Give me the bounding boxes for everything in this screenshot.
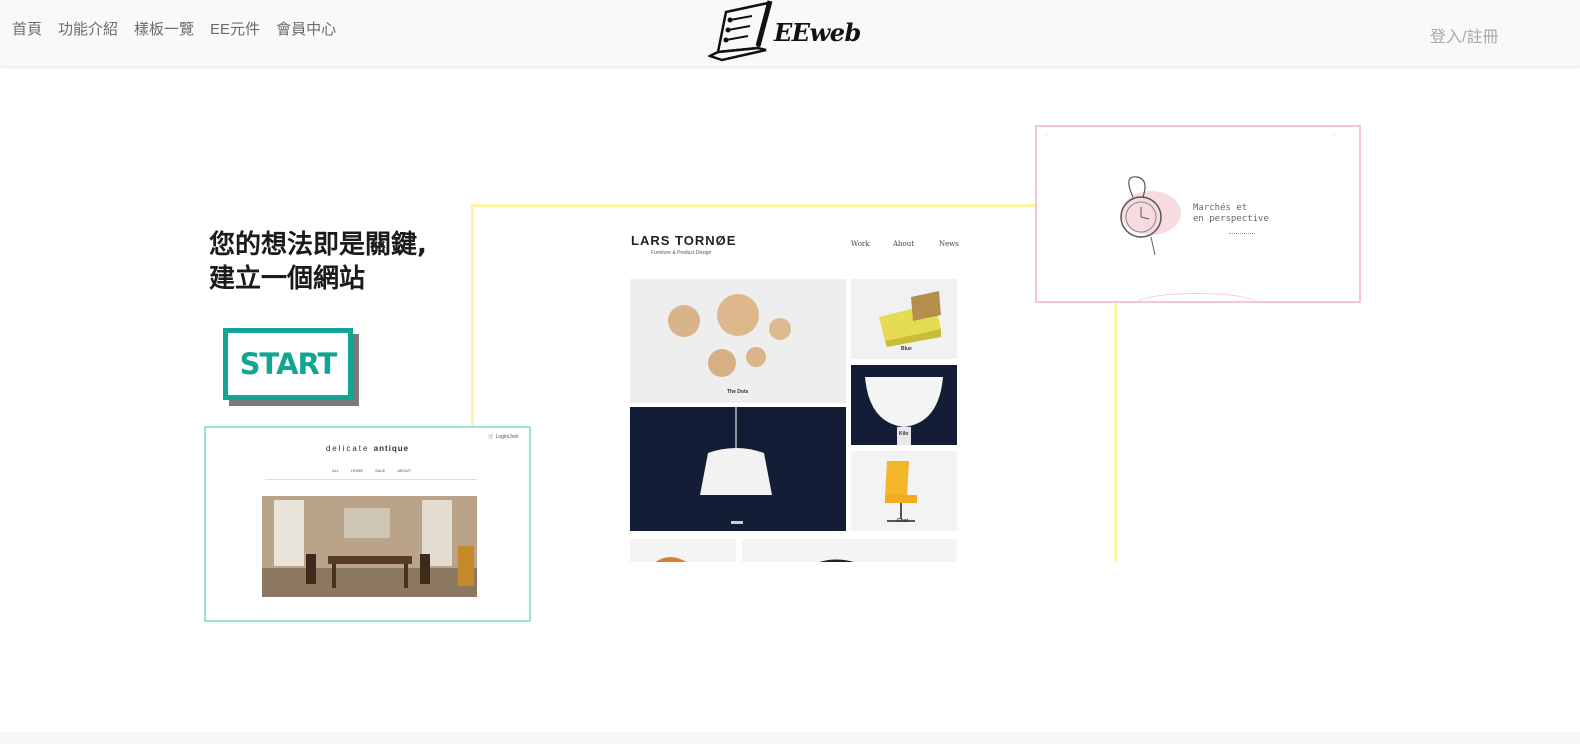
- black-chair-image: [819, 559, 855, 562]
- template-preview-lars[interactable]: LARS TORNØE Furniture & Product Design W…: [471, 204, 1117, 562]
- pocket-watch-illustration: [1120, 176, 1181, 256]
- lars-subtitle: Furniture & Product Design: [651, 250, 712, 256]
- antique-nav-all: ALL: [332, 468, 340, 473]
- marche-title: Marchés et en perspective: [1193, 203, 1269, 225]
- nav-link-ee-components[interactable]: EE元件: [210, 20, 260, 40]
- hero-headline-line2: 建立一個網站: [209, 264, 366, 294]
- lars-tile-dots: The Dots: [630, 279, 846, 403]
- lars-caption-chat: Chat: [897, 518, 909, 524]
- marche-tiny-top-right: —: [1333, 132, 1336, 136]
- orange-chair-image: [655, 557, 687, 562]
- template-preview-marche[interactable]: — — Marchés et en perspective: [1035, 125, 1361, 303]
- lars-nav-news: News: [939, 240, 959, 248]
- lars-tile-bench: Blue: [851, 279, 957, 359]
- start-button-wrap: START: [223, 328, 359, 406]
- marche-arc: [1137, 293, 1257, 301]
- antique-divider: [265, 479, 477, 480]
- logo-laptop-icon: [706, 0, 773, 62]
- template-preview-antique[interactable]: 🛒 Login/Join delicate antique ALL HOME S…: [204, 426, 531, 622]
- antique-cart-label: Login/Join: [495, 434, 519, 440]
- antique-nav-home: HOME: [351, 468, 364, 473]
- hero-headline-line1: 您的想法即是關鍵,: [209, 230, 427, 260]
- hero-headline: 您的想法即是關鍵, 建立一個網站: [209, 228, 427, 296]
- antique-nav-sale: SALE: [375, 468, 386, 473]
- antique-brand: delicate antique: [206, 444, 529, 453]
- marche-divider: [1229, 233, 1255, 234]
- antique-brand-bold: antique: [373, 444, 410, 453]
- marche-tiny-top-left: —: [1045, 132, 1048, 136]
- antique-nav-about: ABOUT: [397, 468, 412, 473]
- nav-links: 首頁 功能介紹 樣板一覽 EE元件 會員中心: [12, 20, 336, 40]
- lars-caption-blue: Blue: [901, 346, 912, 352]
- footer-strip: [0, 732, 1580, 744]
- lars-brand: LARS TORNØE: [631, 233, 737, 248]
- site-logo[interactable]: EEweb: [706, 0, 861, 62]
- lars-nav-about: About: [893, 240, 915, 248]
- wooden-dots-image: [668, 294, 791, 377]
- antique-brand-light: delicate: [325, 444, 370, 453]
- nav-link-features[interactable]: 功能介紹: [58, 20, 118, 40]
- lars-tile-bottom-right: [742, 539, 957, 562]
- lars-tile-chair: Chat: [851, 451, 957, 531]
- nav-link-home[interactable]: 首頁: [12, 20, 42, 40]
- dining-room-photo: [262, 496, 477, 597]
- lars-tile-bowl: Kilo: [851, 365, 957, 445]
- lars-tile-bottom-left: [630, 539, 736, 562]
- nav-link-member-center[interactable]: 會員中心: [276, 20, 336, 40]
- nav-link-templates[interactable]: 樣板一覽: [134, 20, 194, 40]
- antique-cart: 🛒 Login/Join: [488, 434, 518, 440]
- login-register-link[interactable]: 登入/註冊: [1430, 23, 1498, 47]
- lars-tile-pendant: [630, 407, 846, 531]
- marche-title-line2: en perspective: [1193, 214, 1269, 224]
- navbar: 首頁 功能介紹 樣板一覽 EE元件 會員中心 EEweb 登入/註冊: [0, 0, 1580, 66]
- lars-caption-kilo: Kilo: [899, 431, 909, 437]
- cart-icon: 🛒: [488, 434, 495, 440]
- start-button[interactable]: START: [223, 328, 353, 400]
- logo-text: EEweb: [774, 18, 861, 47]
- pendant-lamp-image: [700, 407, 772, 524]
- lars-nav-work: Work: [851, 240, 870, 248]
- lars-caption-dots: The Dots: [727, 389, 749, 395]
- marche-title-line1: Marchés et: [1193, 203, 1248, 213]
- antique-nav: ALL HOME SALE ABOUT: [332, 468, 411, 473]
